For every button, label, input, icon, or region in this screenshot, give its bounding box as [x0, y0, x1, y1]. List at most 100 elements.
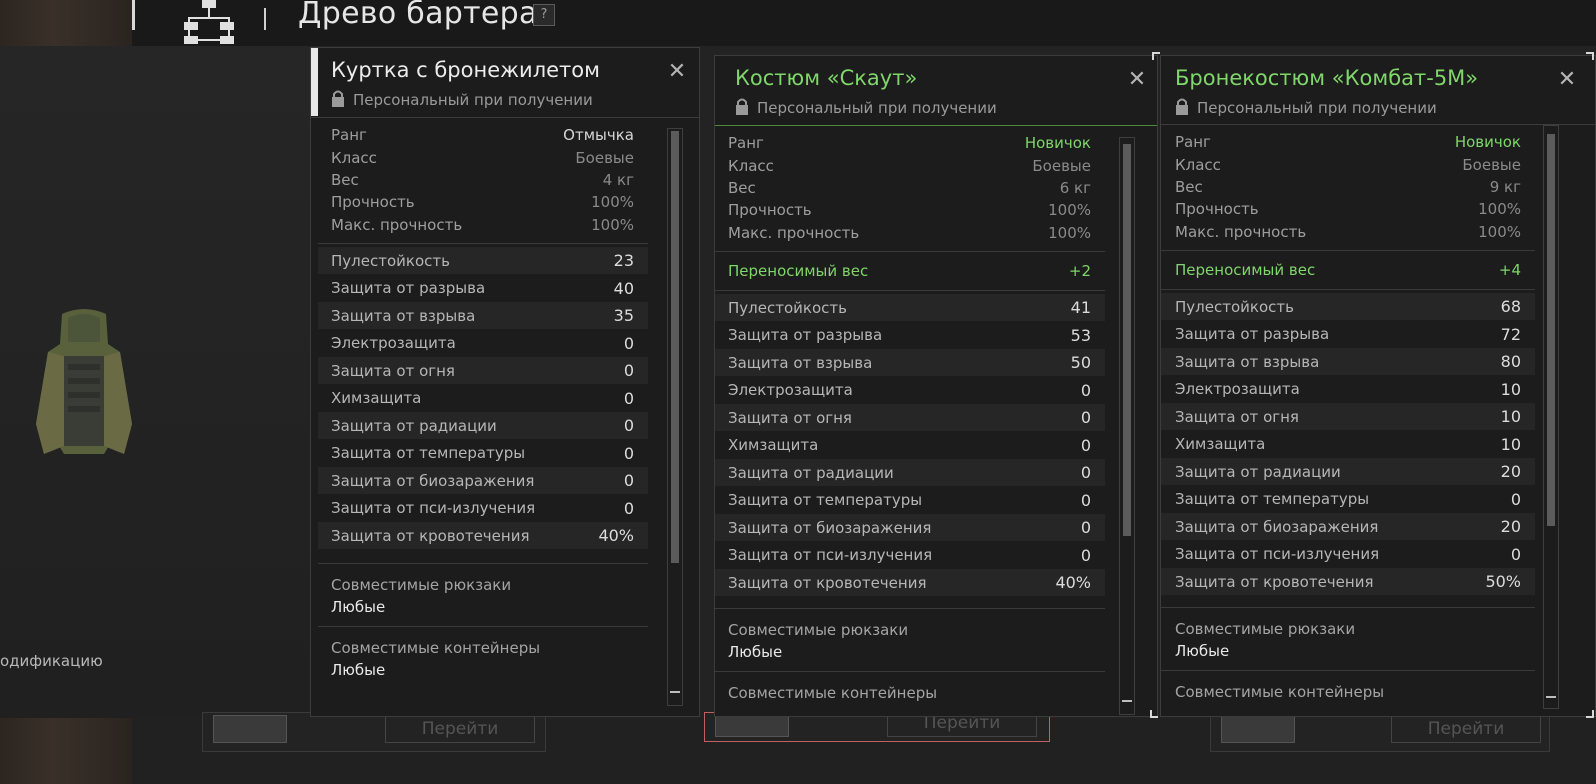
modification-hint: одификацию	[0, 652, 103, 670]
compat-containers: Совместимые контейнеры	[1161, 670, 1535, 715]
card-scrollbar[interactable]	[667, 128, 683, 706]
info-section: Ранг Новичок Класс Боевые Вес 9 кг Прочност…	[1161, 131, 1535, 243]
close-icon[interactable]: ✕	[1557, 69, 1577, 91]
card-body: Ранг Отмычка Класс Боевые Вес 4 кг Прочност…	[318, 124, 648, 689]
compat-backpacks: Совместимые рюкзаки Любые	[1161, 607, 1535, 670]
stat-row: Защита от огня 10	[1161, 402, 1535, 431]
stat-row: Электрозащита 10	[1175, 379, 1521, 399]
compat-backpacks: Совместимые рюкзаки Любые	[715, 608, 1105, 671]
compat-backpacks: Совместимые рюкзаки Любые	[318, 563, 648, 626]
scrollbar-end-mark	[1546, 696, 1556, 698]
stat-row: Пулестойкость 41	[715, 293, 1105, 322]
stat-row: Защита от радиации 20	[1161, 457, 1535, 486]
compat-containers: Совместимые контейнеры Любые	[318, 626, 648, 689]
binding-text: Персональный при получении	[757, 99, 997, 117]
stat-row: Защита от температуры 0	[1175, 489, 1521, 509]
stat-row: Защита от пси-излучения 0	[331, 498, 634, 518]
stat-row: Защита от огня 0	[318, 356, 648, 385]
info-row-durability: Прочность 100%	[728, 201, 1091, 220]
stat-row: Защита от огня 0	[715, 403, 1105, 432]
binding-status: Персональный при получении	[735, 98, 997, 118]
bonus-carry-weight: Переносимый вес +4	[1161, 249, 1535, 290]
card-title: Костюм «Скаут»	[735, 66, 918, 90]
stat-row: Защита от разрыва 53	[728, 325, 1091, 345]
barter-row-thumb	[213, 715, 287, 743]
binding-text: Персональный при получении	[1197, 99, 1437, 117]
info-row-class: Класс Боевые	[728, 156, 1091, 175]
frame-corner	[1586, 52, 1594, 60]
stat-row: Электрозащита 0	[331, 333, 634, 353]
card-scrollbar[interactable]	[1119, 137, 1135, 715]
binding-status: Персональный при получении	[331, 90, 593, 110]
item-tooltip-jacket: Куртка с бронежилетом ✕ Персональный при…	[310, 47, 700, 717]
item-tooltip-kombat-5m: Бронекостюм «Комбат-5М» ✕ Персональный п…	[1160, 55, 1596, 717]
barter-tree-icon	[184, 0, 234, 44]
lock-icon	[736, 98, 748, 115]
info-row-rank: Ранг Новичок	[728, 134, 1091, 153]
help-button[interactable]: ?	[533, 4, 555, 26]
close-icon[interactable]: ✕	[1127, 69, 1147, 91]
header-divider	[1161, 124, 1595, 125]
stat-row: Защита от кровотечения 40%	[715, 568, 1105, 597]
binding-text: Персональный при получении	[353, 91, 593, 109]
compat-containers: Совместимые контейнеры	[715, 671, 1105, 716]
scrollbar-thumb[interactable]	[671, 131, 679, 563]
card-title: Куртка с бронежилетом	[331, 58, 600, 82]
stat-row: Пулестойкость 68	[1161, 292, 1535, 321]
info-row-rank: Ранг Новичок	[1175, 133, 1521, 152]
close-icon[interactable]: ✕	[667, 61, 687, 83]
card-body: Ранг Новичок Класс Боевые Вес 9 кг Прочност…	[1161, 131, 1535, 715]
info-section: Ранг Отмычка Класс Боевые Вес 4 кг Прочност…	[318, 124, 648, 236]
stat-row: Пулестойкость 23	[318, 246, 648, 275]
go-button[interactable]: Перейти	[1391, 715, 1541, 743]
stat-row: Химзащита 0	[331, 388, 634, 408]
stat-row: Защита от пси-излучения 0	[1175, 544, 1521, 564]
barter-row-1[interactable]: Перейти	[202, 712, 546, 752]
lock-icon	[1176, 98, 1188, 115]
card-scrollbar[interactable]	[1543, 125, 1559, 709]
stat-row: Химзащита 10	[1175, 434, 1521, 454]
card-title: Бронекостюм «Комбат-5М»	[1175, 66, 1479, 90]
stat-row: Защита от пси-излучения 0	[728, 545, 1091, 565]
info-row-class: Класс Боевые	[331, 148, 634, 167]
info-section: Ранг Новичок Класс Боевые Вес 6 кг Прочност…	[715, 132, 1105, 244]
info-row-weight: Вес 4 кг	[331, 170, 634, 189]
scrollbar-thumb[interactable]	[1547, 134, 1555, 526]
stats-section: Пулестойкость 41 Защита от разрыва 53 Защи…	[715, 291, 1105, 597]
stat-row: Защита от температуры 0	[728, 490, 1091, 510]
info-row-weight: Вес 9 кг	[1175, 177, 1521, 196]
lock-icon	[332, 90, 344, 107]
stat-row: Защита от разрыва 40	[331, 278, 634, 298]
info-row-max-durability: Макс. прочность 100%	[1175, 222, 1521, 241]
header-divider	[132, 0, 135, 30]
frame-corner	[1150, 710, 1158, 718]
frame-corner	[1152, 52, 1160, 60]
info-row-max-durability: Макс. прочность 100%	[728, 223, 1091, 242]
scrollbar-thumb[interactable]	[1123, 144, 1131, 536]
info-row-rank: Ранг Отмычка	[331, 126, 634, 145]
stat-row: Электрозащита 0	[728, 380, 1091, 400]
card-body: Ранг Новичок Класс Боевые Вес 6 кг Прочност…	[715, 132, 1105, 716]
info-row-max-durability: Макс. прочность 100%	[331, 215, 634, 234]
item-preview-image	[36, 309, 132, 454]
go-button[interactable]: Перейти	[385, 715, 535, 743]
page-title: Древо бартера	[298, 0, 538, 31]
card-accent-bar	[311, 48, 318, 116]
binding-status: Персональный при получении	[1175, 98, 1437, 118]
barter-row-3[interactable]: Перейти	[1210, 712, 1550, 752]
stat-row: Защита от кровотечения 40%	[318, 521, 648, 550]
stats-section: Пулестойкость 23 Защита от разрыва 40 Защи…	[318, 242, 648, 550]
frame-corner	[1586, 710, 1594, 718]
item-preview-panel: одификацию	[0, 46, 316, 718]
info-row-durability: Прочность 100%	[1175, 200, 1521, 219]
scrollbar-end-mark	[1122, 700, 1132, 702]
stat-row: Защита от радиации 0	[715, 458, 1105, 487]
stats-section: Пулестойкость 68 Защита от разрыва 72 Защи…	[1161, 290, 1535, 596]
stat-row: Защита от взрыва 35	[318, 301, 648, 330]
header-divider	[311, 117, 699, 118]
stat-row: Защита от биозаражения 20	[1161, 512, 1535, 541]
stat-row: Защита от взрыва 80	[1161, 347, 1535, 376]
stat-row: Защита от разрыва 72	[1175, 324, 1521, 344]
stat-row: Защита от биозаражения 0	[715, 513, 1105, 542]
barter-row-strip: Перейти Перейти Перейти	[132, 709, 1596, 784]
